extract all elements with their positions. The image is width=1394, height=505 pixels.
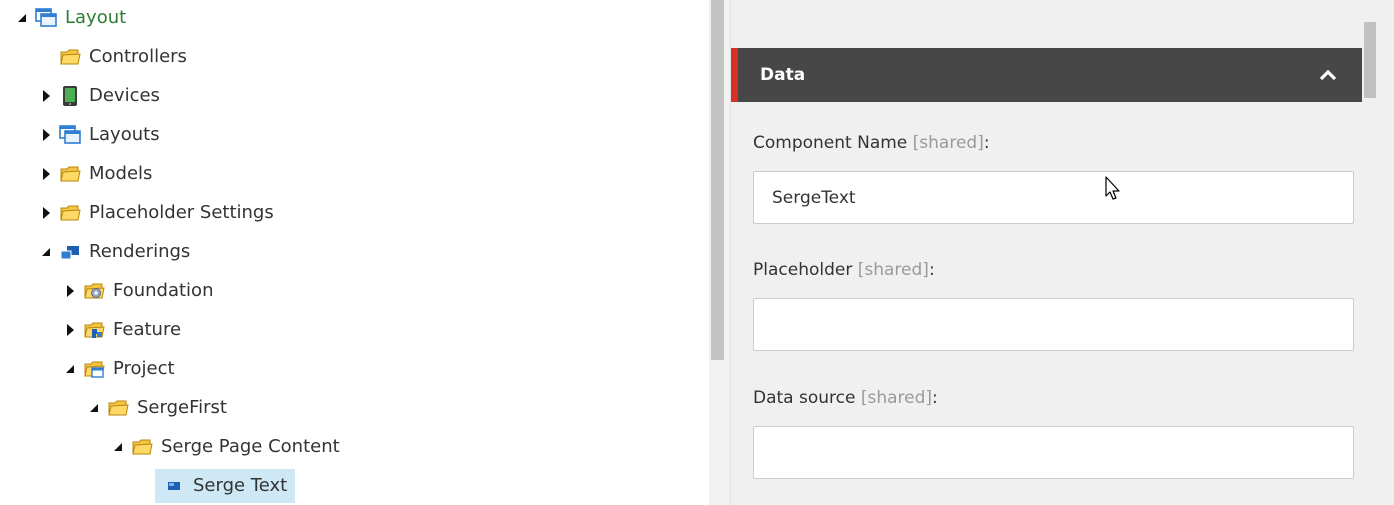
- tree-item-sergefirst[interactable]: SergeFirst: [82, 391, 227, 425]
- panel-splitter[interactable]: [709, 0, 731, 505]
- tree-item-label: Renderings: [89, 241, 191, 262]
- tree-item-label: Controllers: [89, 46, 187, 67]
- folder-icon: [58, 162, 82, 186]
- tree-item-label: Foundation: [113, 280, 214, 301]
- tree-item-label: Placeholder Settings: [89, 202, 274, 223]
- chevron-up-icon[interactable]: [1316, 63, 1340, 87]
- field-label-text: Component Name: [753, 133, 908, 153]
- folder-icon: [58, 201, 82, 225]
- tree-item-models[interactable]: Models: [34, 157, 152, 191]
- expand-toggle-icon[interactable]: [34, 118, 58, 152]
- expand-toggle-icon[interactable]: [34, 157, 58, 191]
- component-name-label: Component Name [shared]:: [753, 133, 990, 153]
- tree-item-foundation[interactable]: Foundation: [58, 274, 213, 308]
- placeholder-input[interactable]: [753, 298, 1354, 351]
- tree-item-serge-text[interactable]: Serge Text: [155, 469, 296, 503]
- data-source-input[interactable]: [753, 426, 1354, 479]
- tree-item-label: Devices: [89, 85, 160, 106]
- tree-item-renderings[interactable]: Renderings: [34, 235, 190, 269]
- section-title: Data: [760, 65, 806, 85]
- component-name-input[interactable]: [753, 171, 1354, 224]
- expand-toggle-icon[interactable]: [58, 313, 82, 347]
- editor-scrollbar-thumb[interactable]: [1364, 22, 1376, 98]
- content-editor: Data Component Name [shared]: Placeholde…: [731, 0, 1394, 505]
- tree-item-serge-page-content[interactable]: Serge Page Content: [106, 430, 340, 464]
- rendering-item-icon: [162, 474, 186, 498]
- placeholder-label: Placeholder [shared]:: [753, 260, 935, 280]
- tree-item-controllers[interactable]: Controllers: [34, 40, 187, 74]
- tree-item-layouts[interactable]: Layouts: [34, 118, 160, 152]
- tree-item-placeholder-settings[interactable]: Placeholder Settings: [34, 196, 274, 230]
- tree-scrollbar-thumb[interactable]: [711, 0, 724, 360]
- content-tree: Layout Controllers Devices Layouts Model…: [0, 0, 709, 505]
- shared-tag: [shared]: [860, 388, 933, 408]
- folder-icon: [106, 396, 130, 420]
- mouse-cursor-icon: [1105, 176, 1120, 200]
- tree-item-label: Serge Page Content: [161, 436, 340, 457]
- field-label-colon: :: [983, 133, 990, 153]
- expand-toggle-icon[interactable]: [34, 235, 58, 269]
- folder-icon: [58, 45, 82, 69]
- device-icon: [58, 84, 82, 108]
- field-label-text: Placeholder: [753, 260, 853, 280]
- shared-tag: [shared]: [857, 260, 929, 280]
- expand-toggle-icon[interactable]: [58, 352, 82, 386]
- tree-item-devices[interactable]: Devices: [34, 79, 160, 113]
- expand-toggle-icon[interactable]: [34, 79, 58, 113]
- expand-toggle-icon[interactable]: [58, 274, 82, 308]
- layout-window-icon: [58, 123, 82, 147]
- field-label-text: Data source: [753, 388, 856, 408]
- tree-item-label: Project: [113, 358, 175, 379]
- tree-item-label: Feature: [113, 319, 182, 340]
- data-source-label: Data source [shared]:: [753, 388, 938, 408]
- toggle-spacer: [34, 40, 58, 74]
- tree-item-label: Layouts: [89, 124, 160, 145]
- renderings-icon: [58, 240, 82, 264]
- tree-item-label: SergeFirst: [137, 397, 227, 418]
- folder-blocks-icon: [82, 318, 106, 342]
- tree-item-feature[interactable]: Feature: [58, 313, 181, 347]
- shared-tag: [shared]: [912, 133, 984, 153]
- expand-toggle-icon[interactable]: [82, 391, 106, 425]
- tree-item-project[interactable]: Project: [58, 352, 175, 386]
- tree-item-label: Models: [89, 163, 153, 184]
- expand-toggle-icon[interactable]: [10, 1, 34, 35]
- folder-window-icon: [82, 357, 106, 381]
- tree-item-label: Serge Text: [193, 475, 288, 496]
- tree-item-layout[interactable]: Layout: [10, 1, 126, 35]
- folder-icon: [130, 435, 154, 459]
- field-label-colon: :: [928, 260, 935, 280]
- expand-toggle-icon[interactable]: [34, 196, 58, 230]
- field-label-colon: :: [932, 388, 938, 408]
- tree-item-label: Layout: [65, 7, 127, 28]
- folder-gear-icon: [82, 279, 106, 303]
- layout-window-icon: [34, 6, 58, 30]
- editor-scrollbar[interactable]: [1362, 0, 1394, 505]
- expand-toggle-icon[interactable]: [106, 430, 130, 464]
- section-header-data[interactable]: Data: [731, 48, 1362, 102]
